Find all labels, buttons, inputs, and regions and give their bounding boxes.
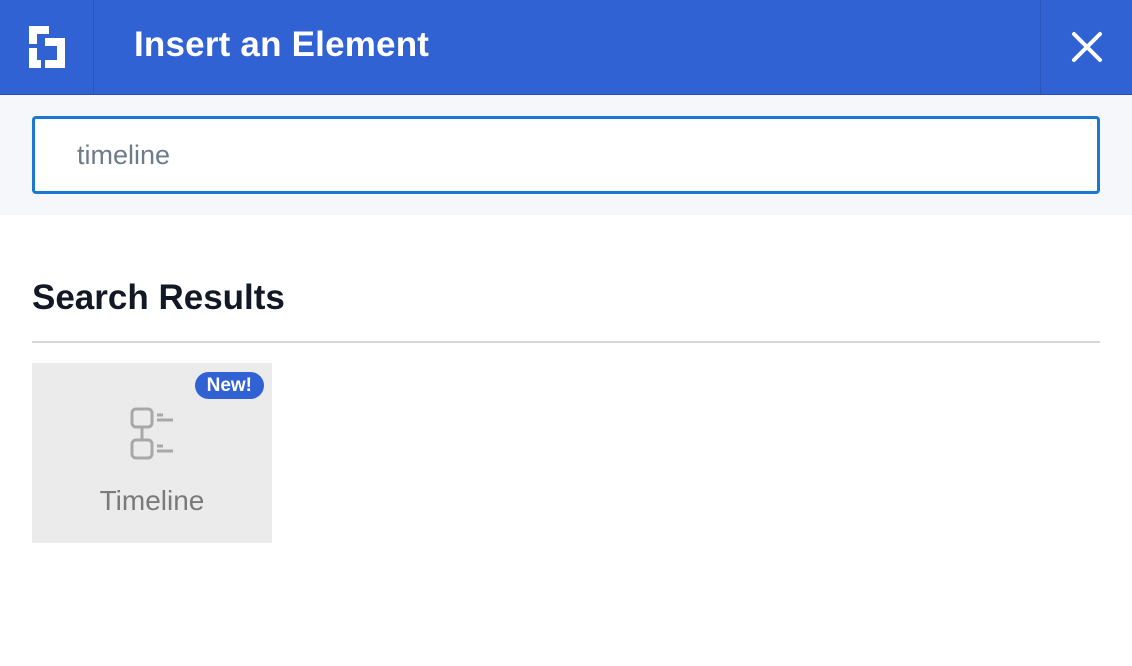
- search-input[interactable]: [32, 116, 1100, 194]
- element-tile-label: Timeline: [99, 485, 205, 516]
- new-badge: New!: [194, 372, 264, 399]
- search-results-heading: Search Results: [32, 278, 285, 317]
- timeline-icon: [130, 407, 173, 460]
- close-icon: [1071, 32, 1102, 62]
- modal-title: Insert an Element: [134, 25, 430, 64]
- search-bar: [0, 95, 1132, 215]
- element-tile-timeline[interactable]: New! Timeline: [32, 363, 272, 543]
- brand-logo-icon: [28, 26, 65, 68]
- logo-container: [0, 0, 94, 94]
- modal-header: Insert an Element: [0, 0, 1132, 95]
- close-button[interactable]: [1040, 0, 1132, 94]
- divider: [32, 341, 1100, 343]
